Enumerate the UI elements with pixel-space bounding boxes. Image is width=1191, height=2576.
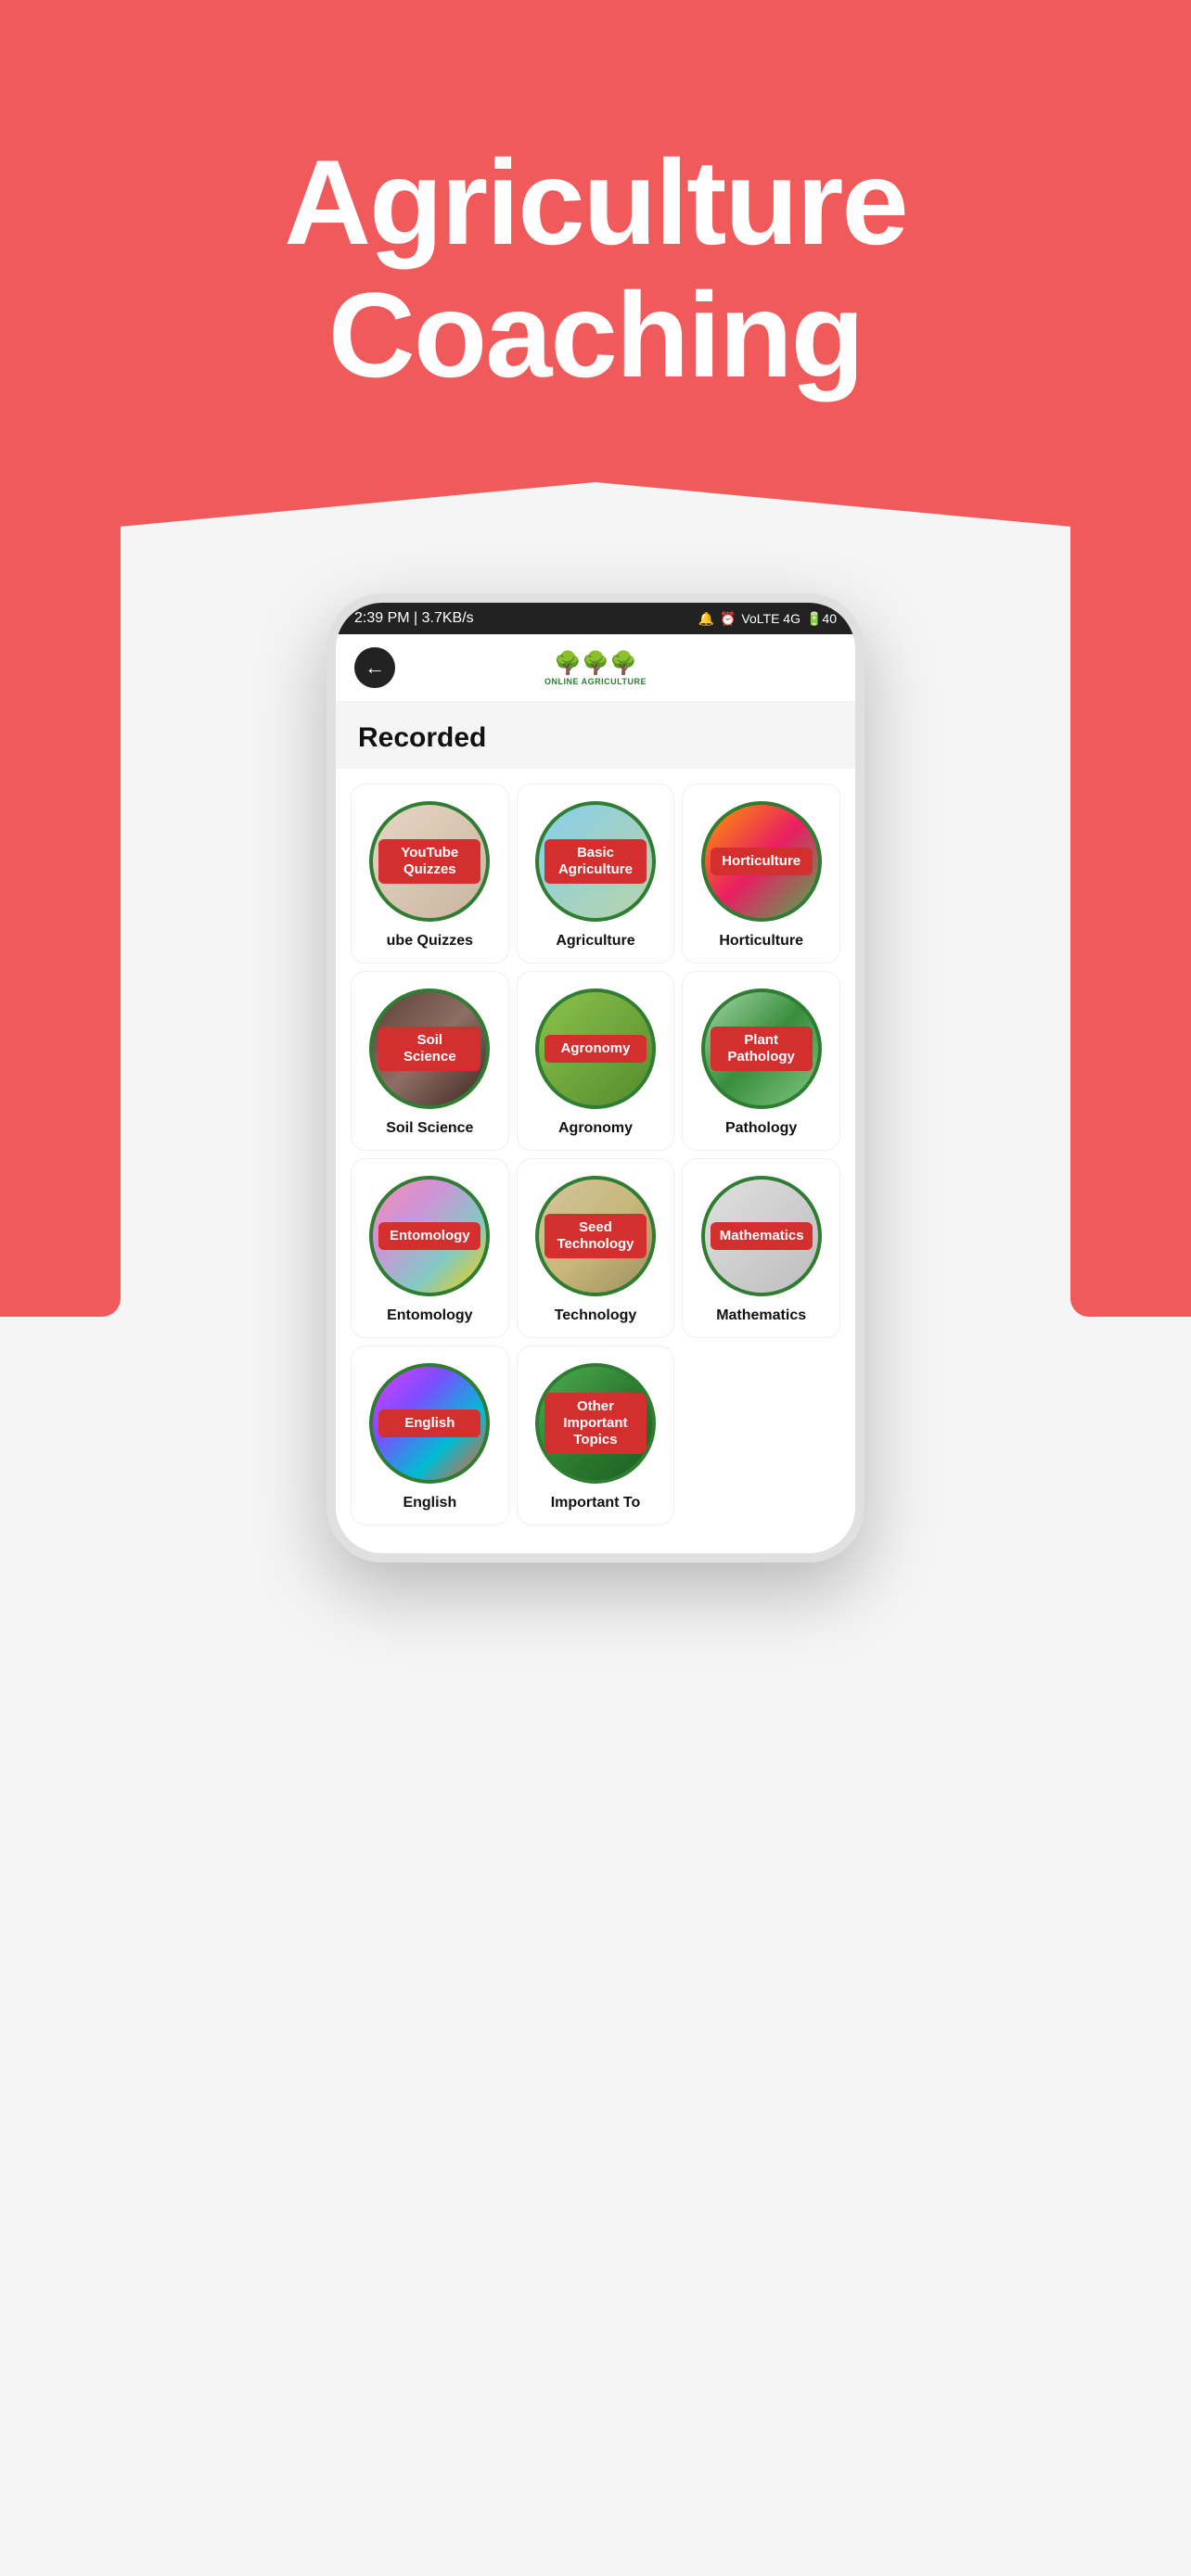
category-overlay-entomology: Entomology — [378, 1222, 480, 1250]
network-indicator: VoLTE 4G — [741, 611, 800, 626]
logo-text: ONLINE AGRICULTURE — [544, 677, 647, 686]
category-circle-plant-pathology: Plant Pathology — [701, 988, 822, 1109]
header-title: Agriculture Coaching — [284, 136, 906, 402]
status-icons: 🔔 ⏰ VoLTE 4G 🔋40 — [698, 611, 837, 627]
notification-icon: 🔔 — [698, 611, 714, 627]
category-item-english[interactable]: English English — [351, 1345, 509, 1525]
category-item-agronomy[interactable]: Agronomy Agronomy — [517, 971, 675, 1151]
category-name-plant-pathology: Pathology — [725, 1120, 797, 1137]
category-item-youtube-quizzes[interactable]: YouTube Quizzes ube Quizzes — [351, 784, 509, 963]
category-name-seed-technology: Technology — [555, 1307, 637, 1324]
category-overlay-plant-pathology: Plant Pathology — [711, 1027, 813, 1071]
category-circle-basic-agriculture: Basic Agriculture — [535, 801, 656, 922]
category-circle-english: English — [369, 1363, 490, 1484]
category-overlay-horticulture: Horticulture — [711, 848, 813, 875]
categories-grid: YouTube Quizzes ube Quizzes Basic Agricult… — [336, 769, 855, 1553]
category-name-english: English — [403, 1495, 456, 1511]
page-title-bar: Recorded — [336, 702, 855, 769]
category-circle-soil-science: Soil Science — [369, 988, 490, 1109]
category-name-entomology: Entomology — [387, 1307, 472, 1324]
category-circle-youtube-quizzes: YouTube Quizzes — [369, 801, 490, 922]
header-background: Agriculture Coaching — [0, 0, 1191, 538]
category-circle-mathematics: Mathematics — [701, 1176, 822, 1296]
category-overlay-basic-agriculture: Basic Agriculture — [544, 839, 647, 884]
category-name-basic-agriculture: Agriculture — [556, 933, 634, 950]
phone-wrapper: 2:39 PM | 3.7KB/s 🔔 ⏰ VoLTE 4G 🔋40 ← 🌳🌳🌳… — [0, 593, 1191, 1562]
category-name-other-important: Important To — [551, 1495, 641, 1511]
category-overlay-english: English — [378, 1409, 480, 1437]
category-overlay-other-important: Other Important Topics — [544, 1393, 647, 1454]
alarm-icon: ⏰ — [720, 611, 736, 627]
category-overlay-youtube-quizzes: YouTube Quizzes — [378, 839, 480, 884]
category-name-mathematics: Mathematics — [716, 1307, 806, 1324]
battery-indicator: 🔋40 — [806, 611, 837, 627]
category-name-youtube-quizzes: ube Quizzes — [387, 933, 473, 950]
category-name-soil-science: Soil Science — [386, 1120, 473, 1137]
category-circle-agronomy: Agronomy — [535, 988, 656, 1109]
category-item-other-important[interactable]: Other Important Topics Important To — [517, 1345, 675, 1525]
category-item-mathematics[interactable]: Mathematics Mathematics — [682, 1158, 840, 1338]
category-item-seed-technology[interactable]: Seed Technology Technology — [517, 1158, 675, 1338]
back-button[interactable]: ← — [354, 647, 395, 688]
page-title: Recorded — [358, 722, 486, 753]
category-circle-horticulture: Horticulture — [701, 801, 822, 922]
category-name-horticulture: Horticulture — [719, 933, 803, 950]
category-circle-other-important: Other Important Topics — [535, 1363, 656, 1484]
category-overlay-mathematics: Mathematics — [711, 1222, 813, 1250]
status-time: 2:39 PM | 3.7KB/s — [354, 610, 474, 627]
phone-frame: 2:39 PM | 3.7KB/s 🔔 ⏰ VoLTE 4G 🔋40 ← 🌳🌳🌳… — [327, 593, 864, 1562]
category-overlay-seed-technology: Seed Technology — [544, 1214, 647, 1258]
category-item-horticulture[interactable]: Horticulture Horticulture — [682, 784, 840, 963]
category-overlay-soil-science: Soil Science — [378, 1027, 480, 1071]
app-header: ← 🌳🌳🌳 ONLINE AGRICULTURE — [336, 634, 855, 702]
category-item-basic-agriculture[interactable]: Basic Agriculture Agriculture — [517, 784, 675, 963]
category-item-soil-science[interactable]: Soil Science Soil Science — [351, 971, 509, 1151]
status-bar: 2:39 PM | 3.7KB/s 🔔 ⏰ VoLTE 4G 🔋40 — [336, 603, 855, 634]
app-logo: 🌳🌳🌳 ONLINE AGRICULTURE — [544, 650, 647, 686]
category-overlay-agronomy: Agronomy — [544, 1035, 647, 1063]
category-item-plant-pathology[interactable]: Plant Pathology Pathology — [682, 971, 840, 1151]
category-circle-entomology: Entomology — [369, 1176, 490, 1296]
category-name-agronomy: Agronomy — [558, 1120, 633, 1137]
logo-icon: 🌳🌳🌳 — [554, 650, 637, 677]
category-circle-seed-technology: Seed Technology — [535, 1176, 656, 1296]
category-item-entomology[interactable]: Entomology Entomology — [351, 1158, 509, 1338]
